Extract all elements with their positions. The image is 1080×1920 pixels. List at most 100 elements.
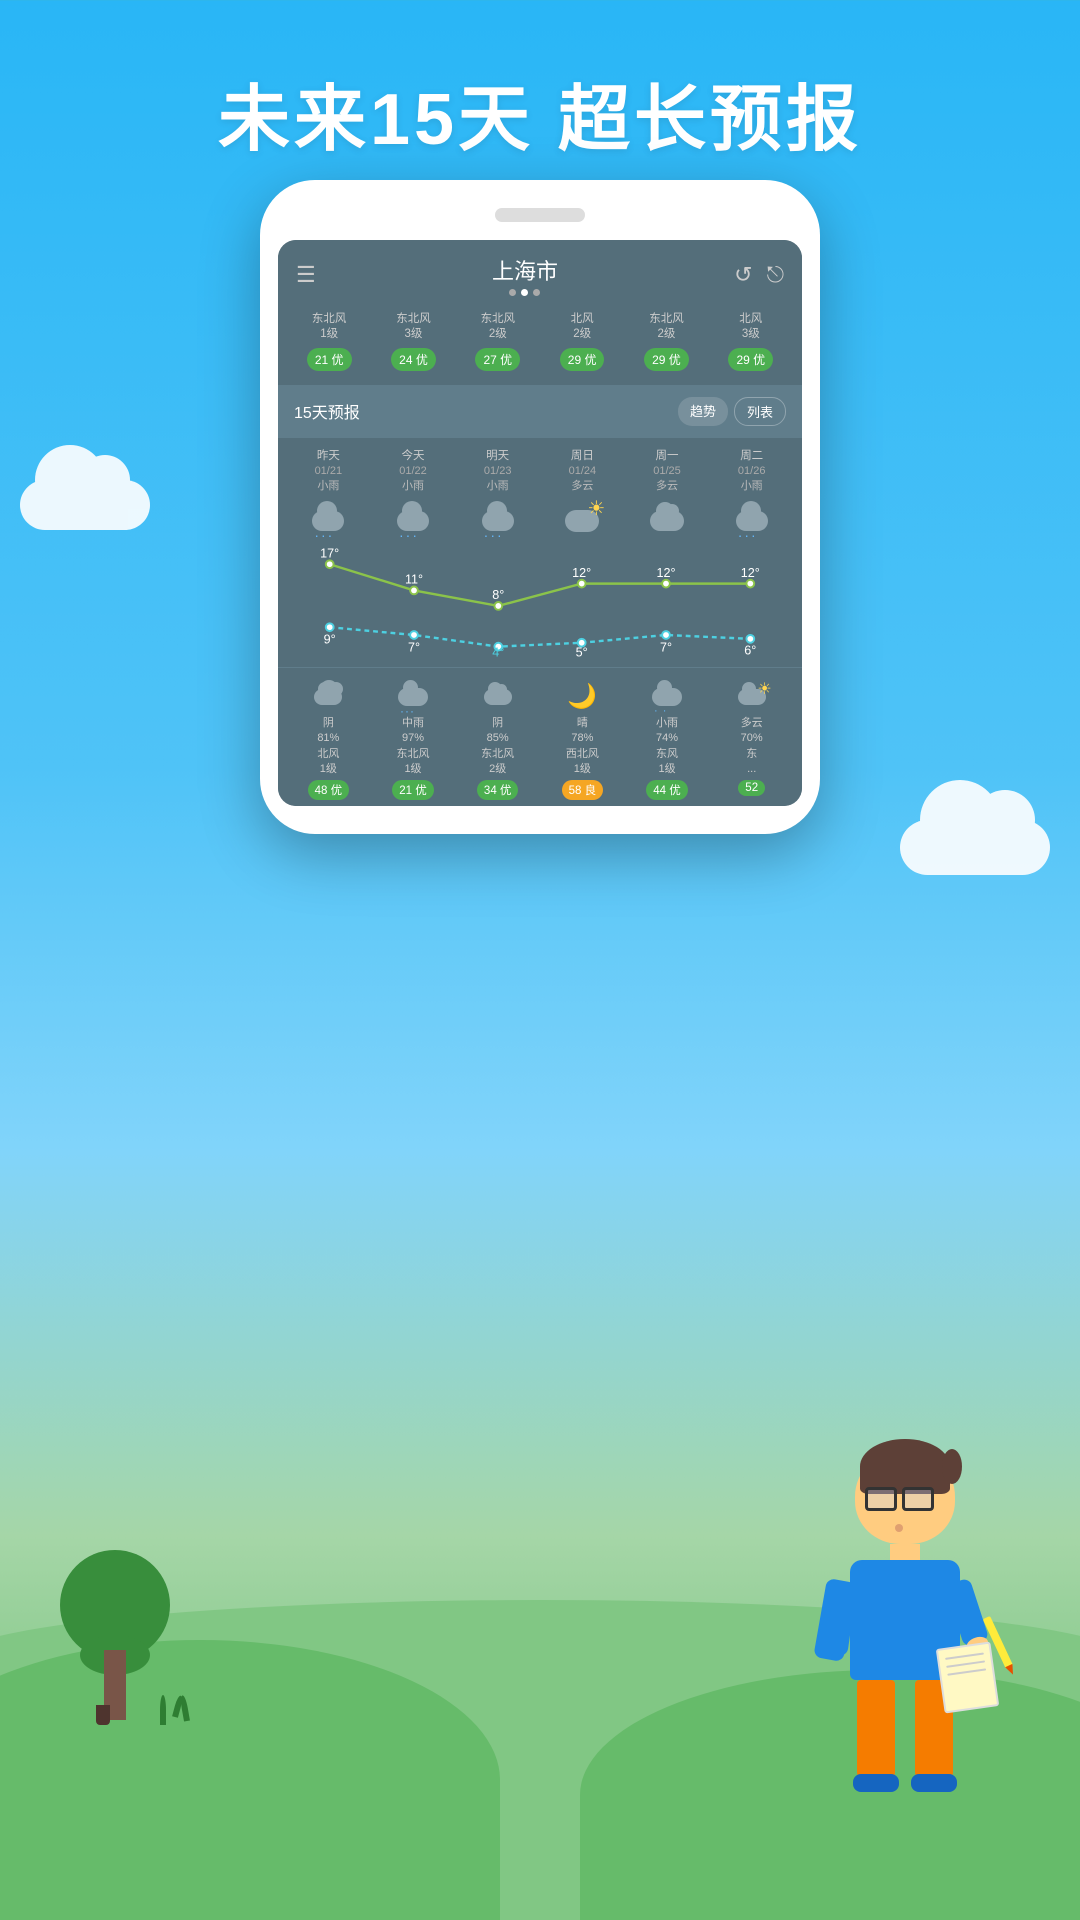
day-label-4: 周一 01/25 多云 [627, 448, 708, 495]
low-dot-1 [410, 631, 418, 639]
character [780, 1360, 1030, 1780]
page-dots [492, 289, 558, 296]
menu-icon[interactable]: ☰ [296, 262, 316, 288]
aq-badge-2: 27 优 [475, 348, 520, 371]
low-dot-4 [662, 631, 670, 639]
share-icon[interactable]: ⎋ [767, 262, 784, 288]
phone-screen: ☰ 上海市 ↺ ⎋ 东北风1级 21 优 [278, 240, 802, 806]
low-label-1: 7° [408, 640, 420, 654]
day-col-1: 今天 01/22 小雨 [373, 448, 454, 547]
bw-badge-5: 52 [738, 780, 765, 796]
app-header: ☰ 上海市 ↺ ⎋ [278, 240, 802, 304]
day-label-5: 周二 01/26 小雨 [711, 448, 792, 495]
aq-badge-4: 29 优 [644, 348, 689, 371]
aq-col-1: 东北风3级 24 优 [374, 312, 452, 371]
bw-badge-4: 44 优 [646, 780, 688, 800]
weather-icon-3 [542, 501, 623, 541]
bw-text-3: 晴78%西北风1级 [542, 716, 623, 778]
bw-col-1: ··· 中雨97%东北风1级 21 优 [373, 678, 454, 801]
bw-text-0: 阴81%北风1级 [288, 716, 369, 778]
high-dot-4 [662, 579, 670, 587]
bw-text-4: 小雨74%东风1级 [627, 716, 708, 778]
temp-svg: 17° 11° 8° 12° 12° 12° [288, 547, 792, 659]
aq-wind-2: 东北风2级 [459, 312, 537, 342]
phone-speaker [495, 208, 585, 222]
aq-badge-0: 21 优 [307, 348, 352, 371]
bw-badge-0: 48 优 [308, 780, 350, 800]
bw-icon-1: ··· [373, 678, 454, 716]
temperature-graph: 17° 11° 8° 12° 12° 12° [278, 547, 802, 667]
day-col-0: 昨天 01/21 小雨 [288, 448, 369, 547]
aq-wind-3: 北风2级 [543, 312, 621, 342]
high-label-4: 12° [656, 566, 675, 580]
phone-mockup: ☰ 上海市 ↺ ⎋ 东北风1级 21 优 [260, 180, 820, 834]
forecast-title: 15天预报 [294, 399, 360, 423]
days-label-row: 昨天 01/21 小雨 今天 01/22 小雨 [278, 438, 802, 547]
day-label-0: 昨天 01/21 小雨 [288, 448, 369, 495]
moon-icon: 🌙 [567, 682, 597, 711]
aq-badge-5: 29 优 [728, 348, 773, 371]
bw-col-0: 阴81%北风1级 48 优 [288, 678, 369, 801]
low-label-0: 9° [324, 632, 336, 646]
aq-col-3: 北风2级 29 优 [543, 312, 621, 371]
bw-text-1: 中雨97%东北风1级 [373, 716, 454, 778]
weather-icon-5 [711, 501, 792, 541]
day-label-1: 今天 01/22 小雨 [373, 448, 454, 495]
bw-badge-1: 21 优 [392, 780, 434, 800]
low-label-4: 7° [660, 640, 672, 654]
day-col-2: 明天 01/23 小雨 [457, 448, 538, 547]
high-dot-1 [410, 586, 418, 594]
high-label-5: 12° [741, 566, 760, 580]
high-label-0: 17° [320, 547, 339, 560]
high-dot-0 [326, 560, 334, 568]
high-dot-5 [746, 579, 754, 587]
weather-icon-1 [373, 501, 454, 541]
bw-icon-2 [457, 678, 538, 716]
day-col-5: 周二 01/26 小雨 [711, 448, 792, 547]
cloud-right [900, 820, 1050, 875]
dot-3 [533, 289, 540, 296]
aq-badge-1: 24 优 [391, 348, 436, 371]
aq-col-4: 东北风2级 29 优 [627, 312, 705, 371]
weather-icon-2 [457, 501, 538, 541]
dot-2 [521, 289, 528, 296]
day-label-3: 周日 01/24 多云 [542, 448, 623, 495]
tree [60, 1540, 170, 1720]
weather-icon-0 [288, 501, 369, 541]
aq-wind-4: 东北风2级 [627, 312, 705, 342]
aq-col-0: 东北风1级 21 优 [290, 312, 368, 371]
bottom-weather-row: 阴81%北风1级 48 优 ··· 中雨97%东北风1级 21 优 [278, 667, 802, 807]
low-dot-0 [326, 623, 334, 631]
day-label-2: 明天 01/23 小雨 [457, 448, 538, 495]
bw-col-5: ☀ 多云70%东... 52 [711, 678, 792, 801]
aq-col-5: 北风3级 29 优 [712, 312, 790, 371]
aq-badge-3: 29 优 [560, 348, 605, 371]
bw-text-2: 阴85%东北风2级 [457, 716, 538, 778]
high-dot-2 [494, 602, 502, 610]
bw-badge-2: 34 优 [477, 780, 519, 800]
high-temp-line [330, 564, 751, 606]
tab-list[interactable]: 列表 [734, 397, 786, 426]
bw-col-4: · · 小雨74%东风1级 44 优 [627, 678, 708, 801]
day-col-3: 周日 01/24 多云 [542, 448, 623, 547]
low-label-5: 6° [744, 643, 756, 657]
bw-icon-0 [288, 678, 369, 716]
grass-blades [160, 1695, 190, 1725]
aq-wind-0: 东北风1级 [290, 312, 368, 342]
high-label-1: 11° [405, 572, 423, 586]
aq-wind-1: 东北风3级 [374, 312, 452, 342]
aq-col-2: 东北风2级 27 优 [459, 312, 537, 371]
header-actions: ↺ ⎋ [734, 262, 784, 288]
low-temp-line [330, 627, 751, 646]
low-dot-5 [746, 635, 754, 643]
tab-trend[interactable]: 趋势 [678, 397, 728, 426]
bw-badge-3: 58 良 [562, 780, 604, 800]
refresh-icon[interactable]: ↺ [734, 262, 752, 288]
bw-col-2: 阴85%东北风2级 34 优 [457, 678, 538, 801]
bw-icon-5: ☀ [711, 678, 792, 716]
low-label-3: 5° [576, 645, 588, 659]
bw-col-3: 🌙 晴78%西北风1级 58 良 [542, 678, 623, 801]
bw-icon-3: 🌙 [542, 678, 623, 716]
bw-icon-4: · · [627, 678, 708, 716]
forecast-tabs[interactable]: 趋势 列表 [678, 397, 786, 426]
